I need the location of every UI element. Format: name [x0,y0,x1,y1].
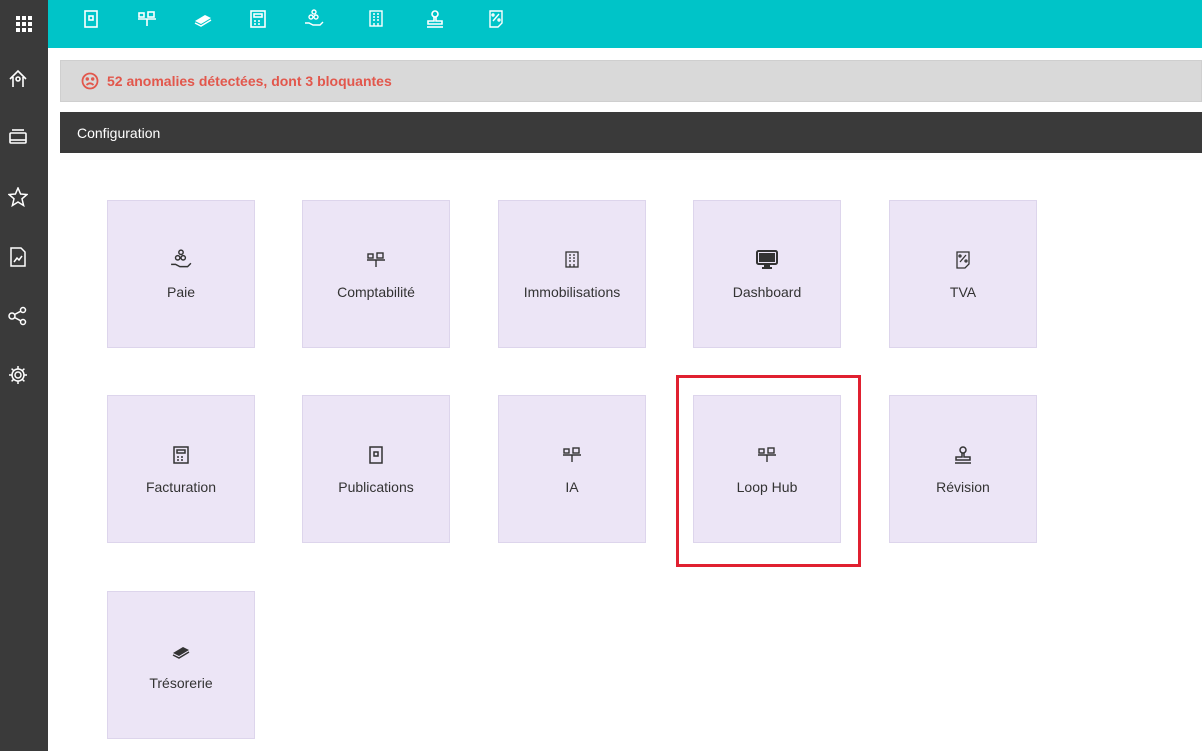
publication-icon[interactable] [80,8,102,30]
treasury-icon[interactable] [192,8,214,30]
tile-label: Publications [338,479,414,495]
tile-paie[interactable]: Paie [107,200,255,348]
tile-tresorerie[interactable]: Trésorerie [107,591,255,739]
tile-label: IA [565,479,579,495]
accounting-icon [563,447,581,462]
settings-icon[interactable] [6,363,30,387]
billing-calculator-icon[interactable] [247,8,269,30]
tile-label: Immobilisations [523,284,621,300]
tile-label: Trésorerie [149,675,213,691]
apps-grid-icon[interactable] [0,0,48,48]
monitor-icon [756,250,778,269]
tile-loop-hub[interactable]: Loop Hub [693,395,841,543]
tile-tva[interactable]: TVA [889,200,1037,348]
home-icon[interactable] [6,67,30,91]
tile-publications[interactable]: Publications [302,395,450,543]
tile-label: Paie [166,284,196,300]
tile-comptabilite[interactable]: Comptabilité [302,200,450,348]
left-sidebar [0,48,48,751]
accounting-icon[interactable] [136,8,158,30]
windows-icon[interactable] [6,126,30,150]
vat-percent-icon[interactable] [485,8,507,30]
tile-immobilisations[interactable]: Immobilisations [498,200,646,348]
section-title-text: Configuration [77,124,161,141]
main-content: 52 anomalies détectées, dont 3 bloquante… [48,48,1202,751]
accounting-icon [367,252,385,267]
top-toolbar [0,0,1202,48]
tile-facturation[interactable]: Facturation [107,395,255,543]
accounting-icon [758,447,776,462]
tile-ia[interactable]: IA [498,395,646,543]
billing-calculator-icon [173,446,189,464]
anomalies-alert[interactable]: 52 anomalies détectées, dont 3 bloquante… [60,60,1202,102]
tile-label: Facturation [145,479,217,495]
alert-text: 52 anomalies détectées, dont 3 bloquante… [107,73,392,89]
tile-label: Loop Hub [736,479,798,495]
tile-dashboard[interactable]: Dashboard [693,200,841,348]
report-icon[interactable] [6,245,30,269]
tile-label: TVA [949,284,977,300]
treasury-icon [172,647,190,659]
tile-label: Révision [936,479,990,495]
building-icon[interactable] [365,8,387,30]
star-icon[interactable] [6,185,30,209]
payroll-icon [171,249,192,268]
payroll-icon[interactable] [303,8,325,30]
vat-percent-icon [956,251,970,269]
publication-icon [369,446,383,464]
stamp-icon[interactable] [424,8,446,30]
sad-face-icon [81,72,99,90]
building-icon [565,251,579,268]
stamp-icon [955,446,971,464]
tile-revision[interactable]: Révision [889,395,1037,543]
tile-label: Dashboard [732,284,802,300]
section-title: Configuration [60,112,1202,153]
tile-label: Comptabilité [337,284,415,300]
share-icon[interactable] [6,304,30,328]
